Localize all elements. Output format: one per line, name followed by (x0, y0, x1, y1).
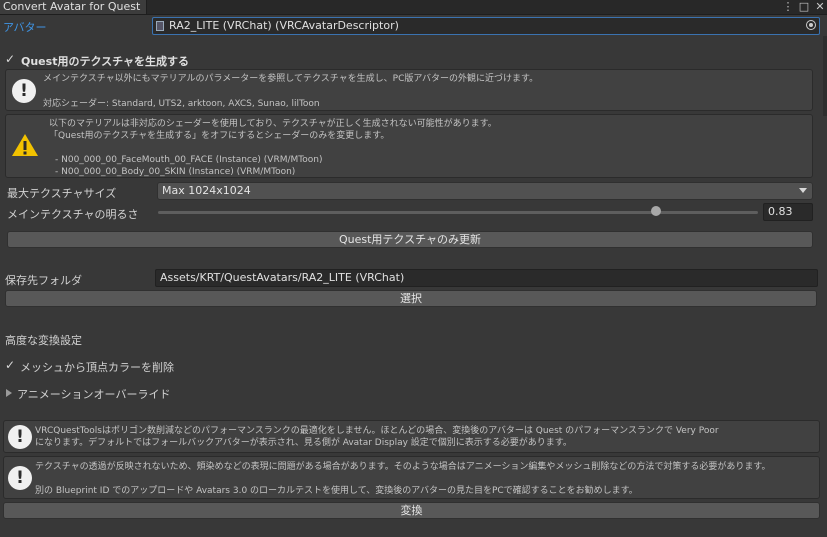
advanced-settings-heading: 高度な変換設定 (5, 334, 82, 347)
warning-icon (12, 134, 38, 156)
texture-info-line1: メインテクスチャ以外にもマテリアルのパラメーターを参照してテクスチャを生成し、P… (43, 74, 539, 84)
performance-note-box: ! VRCQuestToolsはポリゴン数削減などのパフォーマンスランクの最適化… (3, 420, 820, 453)
close-icon[interactable]: ✕ (813, 0, 827, 14)
quest-texture-checkbox[interactable]: ✓ (5, 52, 15, 66)
info-icon: ! (8, 466, 32, 490)
max-texture-size-value: Max 1024x1024 (162, 184, 251, 197)
output-folder-label: 保存先フォルダ (5, 274, 82, 287)
chevron-down-icon (799, 188, 807, 193)
info-icon: ! (8, 425, 32, 449)
output-folder-field[interactable]: Assets/KRT/QuestAvatars/RA2_LITE (VRChat… (155, 269, 818, 287)
performance-note-line1: VRCQuestToolsはポリゴン数削減などのパフォーマンスランクの最適化をし… (35, 426, 719, 436)
shader-warning-box: 以下のマテリアルは非対応のシェーダーを使用しており、テクスチャが正しく生成されな… (5, 114, 813, 178)
brightness-value-field[interactable]: 0.83 (763, 203, 813, 221)
avatar-label: アバター (3, 21, 47, 34)
scrollbar[interactable] (823, 36, 827, 116)
chevron-right-icon[interactable] (6, 389, 12, 397)
convert-button[interactable]: 変換 (3, 502, 820, 519)
select-folder-button[interactable]: 選択 (5, 290, 817, 307)
warning-material-2: - N00_000_00_Body_00_SKIN (Instance) (VR… (55, 167, 296, 177)
transparency-note-line1: テクスチャの透過が反映されないため、頬染めなどの表現に問題がある場合があります。… (35, 462, 771, 472)
warning-line1: 以下のマテリアルは非対応のシェーダーを使用しており、テクスチャが正しく生成されな… (49, 119, 497, 129)
avatar-field-value: RA2_LITE (VRChat) (VRCAvatarDescriptor) (169, 19, 399, 32)
max-texture-size-dropdown[interactable]: Max 1024x1024 (157, 182, 813, 200)
transparency-note-box: ! テクスチャの透過が反映されないため、頬染めなどの表現に問題がある場合がありま… (3, 456, 820, 499)
transparency-note-line2: 別の Blueprint ID でのアップロードや Avatars 3.0 のロ… (35, 486, 638, 496)
warning-line2: 「Quest用のテクスチャを生成する」をオフにするとシェーダーのみを変更します。 (49, 131, 390, 141)
window-controls: ⋮ □ ✕ (781, 0, 827, 14)
maximize-icon[interactable]: □ (797, 0, 811, 14)
update-quest-textures-button[interactable]: Quest用テクスチャのみ更新 (7, 231, 813, 248)
object-picker-icon[interactable] (806, 20, 816, 30)
window-tab[interactable]: Convert Avatar for Quest (0, 0, 148, 14)
brightness-slider-thumb[interactable] (651, 206, 661, 216)
brightness-label: メインテクスチャの明るさ (7, 208, 139, 221)
remove-vertex-color-checkbox[interactable]: ✓ (5, 358, 15, 372)
info-icon: ! (12, 79, 36, 103)
avatar-object-field[interactable]: RA2_LITE (VRChat) (VRCAvatarDescriptor) (152, 17, 820, 35)
animation-override-foldout[interactable]: アニメーションオーバーライド (17, 386, 170, 402)
avatar-descriptor-icon (156, 21, 164, 31)
texture-info-line2: 対応シェーダー: Standard, UTS2, arktoon, AXCS, … (43, 99, 320, 109)
more-menu-icon[interactable]: ⋮ (781, 0, 795, 14)
remove-vertex-color-label: メッシュから頂点カラーを削除 (20, 361, 174, 374)
performance-note-line2: になります。デフォルトではフォールバックアバターが表示され、見る側が Avata… (35, 438, 572, 448)
quest-texture-label: Quest用のテクスチャを生成する (21, 55, 190, 68)
max-texture-size-label: 最大テクスチャサイズ (7, 187, 117, 200)
brightness-slider-track[interactable] (158, 211, 758, 214)
texture-info-box: ! メインテクスチャ以外にもマテリアルのパラメーターを参照してテクスチャを生成し… (5, 69, 813, 111)
warning-material-1: - N00_000_00_FaceMouth_00_FACE (Instance… (55, 155, 323, 165)
